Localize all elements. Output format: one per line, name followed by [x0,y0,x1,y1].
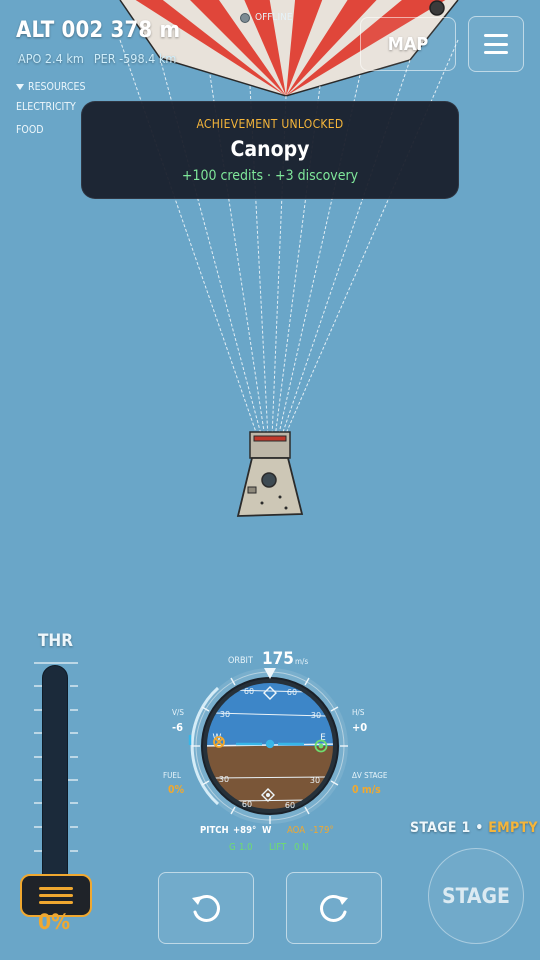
connection-status: OFFLINE [240,12,293,23]
orbit-mode-label[interactable]: ORBIT [228,656,253,666]
status-dot-icon [240,12,250,23]
rotate-cw-icon [320,895,348,922]
fuel-label: FUEL [163,771,181,780]
pitch-label-upper-left: 30 [220,710,230,719]
navball-hud: 60 60 30 30 30 30 60 60 W E ORBIT 175 m/… [163,649,388,853]
pitch-label-lower-right: 30 [310,776,320,785]
speed-value: 175 [262,649,294,669]
stage-button[interactable]: STAGE [428,848,524,944]
hamburger-icon [484,34,508,54]
throttle-percent: 0% [38,910,71,934]
pitch-label-lower-left: 30 [219,775,229,784]
orbit-readout: APO 2.4 km PER -598.4 km [18,51,186,66]
resource-electricity: ELECTRICITY [16,101,76,113]
g-value: 1.0 [239,842,253,853]
throttle-slider[interactable] [42,665,68,887]
pitch-label-bottom-left: 60 [242,800,252,809]
speed-unit: m/s [295,657,308,666]
pitch-label-top-right: 60 [287,688,297,697]
resource-food: FOOD [16,124,44,136]
pitch-value: +89° [233,825,256,836]
achievement-toast[interactable]: ACHIEVEMENT UNLOCKED Canopy +100 credits… [81,101,459,199]
resources-toggle[interactable]: RESOURCES [16,81,85,93]
pitch-label: PITCH [200,825,229,836]
stage-number: STAGE 1 [410,820,471,836]
pitch-label-bottom-right: 60 [285,801,295,810]
throttle-label: THR [38,631,74,651]
parachute-lines [119,39,459,439]
menu-button[interactable] [468,16,524,72]
achievement-reward: +100 credits · +3 discovery [181,168,359,184]
vs-label: V/S [172,708,184,717]
resource-label: FOOD [16,124,44,136]
pitch-label-upper-right: 30 [311,711,321,720]
aoa-value: -179° [310,825,334,836]
resource-label: ELECTRICITY [16,101,76,113]
altitude-readout: ALT 002 378 m [16,18,181,43]
achievement-heading: ACHIEVEMENT UNLOCKED [196,117,344,131]
pitch-label-top-left: 60 [244,687,254,696]
rotate-ccw-icon [192,895,220,922]
grip-icon [39,887,73,904]
stage-status: STAGE 1 • EMPTY [410,820,538,836]
fuel-value: 0% [168,784,185,796]
achievement-name: Canopy [230,137,310,161]
lift-label: LIFT [269,842,287,853]
hs-value: +0 [352,721,367,734]
map-button[interactable]: MAP [360,17,456,71]
hs-label: H/S [352,708,365,717]
connection-status-label: OFFLINE [255,12,293,23]
rotate-left-button[interactable] [158,872,254,944]
vs-value: -6 [172,721,183,734]
dv-stage-value: 0 m/s [352,784,381,796]
aoa-label: AOA [287,825,305,836]
apoapsis-value: APO 2.4 km [18,51,84,66]
periapsis-value: PER -598.4 km [93,51,177,66]
lift-value: 0 N [294,842,309,853]
g-label: G [229,842,236,853]
stage-state: EMPTY [488,820,538,836]
stage-separator: • [475,820,484,836]
dv-stage-label: ΔV STAGE [352,771,388,780]
resources-title: RESOURCES [28,81,86,93]
triangle-down-icon [16,84,24,90]
capsule [236,431,304,517]
heading-value: W [262,825,272,836]
rotate-right-button[interactable] [286,872,382,944]
